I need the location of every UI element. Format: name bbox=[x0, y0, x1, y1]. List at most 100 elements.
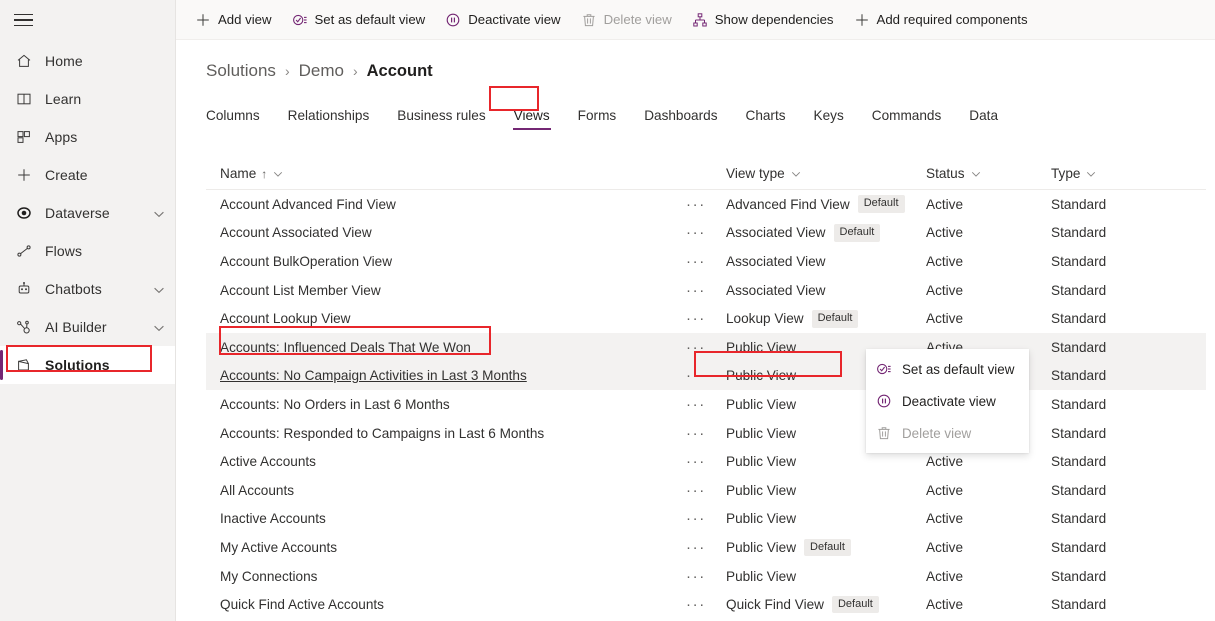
hamburger-icon[interactable] bbox=[14, 13, 33, 27]
row-more-options-button[interactable]: ··· bbox=[686, 394, 726, 414]
row-more-options-button[interactable]: ··· bbox=[686, 537, 726, 557]
row-type-cell: Standard bbox=[1051, 282, 1107, 298]
row-name-cell[interactable]: My Active Accounts bbox=[206, 540, 686, 555]
sidebar-item-solutions[interactable]: Solutions bbox=[0, 346, 175, 384]
sidebar-item-chatbots[interactable]: Chatbots bbox=[0, 270, 175, 308]
breadcrumb-item-account: Account bbox=[366, 61, 433, 80]
table-row[interactable]: My Connections ··· Public View Active Standa… bbox=[206, 562, 1206, 591]
sidebar-nav-list: Home Learn Apps Create Dataverse Flows Chatbot… bbox=[0, 42, 175, 384]
table-row[interactable]: Accounts: Responded to Campaigns in Last… bbox=[206, 419, 1206, 448]
table-row[interactable]: Account Associated View ··· Associated Vie… bbox=[206, 219, 1206, 248]
table-row[interactable]: Accounts: No Campaign Activities in Last… bbox=[206, 361, 1206, 391]
plus-icon bbox=[195, 12, 211, 28]
row-name-cell[interactable]: Inactive Accounts bbox=[206, 511, 686, 526]
row-more-options-button[interactable]: ··· bbox=[686, 223, 726, 243]
row-more-options-button[interactable]: ··· bbox=[686, 452, 726, 472]
table-row[interactable]: All Accounts ··· Public View Active Standard bbox=[206, 476, 1206, 505]
sidebar-item-learn[interactable]: Learn bbox=[0, 80, 175, 118]
table-row[interactable]: Account BulkOperation View ··· Associated … bbox=[206, 247, 1206, 276]
menu-item-deactivate-view[interactable]: Deactivate view bbox=[866, 385, 1029, 417]
table-row[interactable]: Accounts: No Orders in Last 6 Months ··· P… bbox=[206, 390, 1206, 419]
column-header-name[interactable]: Name ↑ bbox=[206, 158, 686, 190]
table-row[interactable]: Account List Member View ··· Associated Vi… bbox=[206, 276, 1206, 305]
command-deactivate-view[interactable]: Deactivate view bbox=[436, 5, 569, 35]
table-header-row: Name ↑ View type Status Type bbox=[206, 158, 1206, 190]
row-name-cell[interactable]: Accounts: Responded to Campaigns in Last… bbox=[206, 426, 686, 441]
table-row[interactable]: Quick Find Active Accounts ··· Quick Find … bbox=[206, 590, 1206, 619]
sidebar-item-apps[interactable]: Apps bbox=[0, 118, 175, 156]
row-more-options-button[interactable]: ··· bbox=[686, 366, 726, 386]
row-name-cell[interactable]: Account Advanced Find View bbox=[206, 197, 686, 212]
tab-data[interactable]: Data bbox=[955, 104, 1012, 132]
row-type-cell: Standard bbox=[1051, 339, 1107, 355]
entity-tabs: Columns Relationships Business rules Views F… bbox=[206, 98, 1215, 132]
row-name-label: Account Advanced Find View bbox=[220, 196, 396, 212]
row-more-options-button[interactable]: ··· bbox=[686, 480, 726, 500]
tab-views[interactable]: Views bbox=[500, 104, 564, 132]
table-row[interactable]: Account Advanced Find View ··· Advanced Fi… bbox=[206, 190, 1206, 219]
tab-business-rules[interactable]: Business rules bbox=[383, 104, 499, 132]
menu-item-set-as-default-view[interactable]: Set as default view bbox=[866, 353, 1029, 385]
sidebar-item-home[interactable]: Home bbox=[0, 42, 175, 80]
table-row[interactable]: Inactive Accounts ··· Public View Active Sta… bbox=[206, 505, 1206, 534]
command-add-required-components[interactable]: Add required components bbox=[845, 5, 1037, 35]
row-more-options-button[interactable]: ··· bbox=[686, 337, 726, 357]
table-row[interactable]: Active Accounts ··· Public View Active Stand… bbox=[206, 447, 1206, 476]
solutions-icon bbox=[14, 355, 34, 375]
row-more-options-button[interactable]: ··· bbox=[686, 251, 726, 271]
command-bar: Add view Set as default view Deactivate vi… bbox=[176, 0, 1215, 40]
row-more-options-button[interactable]: ··· bbox=[686, 509, 726, 529]
row-name-cell[interactable]: Accounts: No Orders in Last 6 Months bbox=[206, 397, 686, 412]
sidebar-item-flows[interactable]: Flows bbox=[0, 232, 175, 270]
tab-keys[interactable]: Keys bbox=[800, 104, 858, 132]
chevron-down-icon[interactable] bbox=[153, 283, 165, 295]
tab-charts[interactable]: Charts bbox=[732, 104, 800, 132]
tab-relationships[interactable]: Relationships bbox=[274, 104, 384, 132]
row-more-options-button[interactable]: ··· bbox=[686, 423, 726, 443]
column-header-status-label: Status bbox=[926, 166, 965, 181]
tab-columns[interactable]: Columns bbox=[206, 104, 274, 132]
table-row[interactable]: Account Lookup View ··· Lookup View Default… bbox=[206, 304, 1206, 333]
sidebar-item-ai-builder[interactable]: AI Builder bbox=[0, 308, 175, 346]
row-name-cell[interactable]: Accounts: Influenced Deals That We Won bbox=[206, 340, 686, 355]
row-name-cell[interactable]: Account List Member View bbox=[206, 283, 686, 298]
row-view-type-cell: Lookup View Default bbox=[726, 309, 926, 328]
command-add-view[interactable]: Add view bbox=[186, 5, 281, 35]
row-name-cell[interactable]: Accounts: No Campaign Activities in Last… bbox=[206, 368, 686, 383]
breadcrumb-item-solutions[interactable]: Solutions bbox=[206, 61, 276, 81]
sidebar-item-dataverse[interactable]: Dataverse bbox=[0, 194, 175, 232]
row-more-options-button[interactable]: ··· bbox=[686, 194, 726, 214]
table-row[interactable]: Accounts: Influenced Deals That We Won ··… bbox=[206, 332, 1206, 362]
row-name-cell[interactable]: Account Associated View bbox=[206, 225, 686, 240]
row-more-options-button[interactable]: ··· bbox=[686, 280, 726, 300]
row-name-cell[interactable]: Account Lookup View bbox=[206, 311, 686, 326]
command-set-as-default-view[interactable]: Set as default view bbox=[283, 5, 435, 35]
row-view-type-label: Public View bbox=[726, 511, 797, 527]
command-label: Add required components bbox=[876, 12, 1028, 27]
row-view-type-cell: Associated View bbox=[726, 283, 926, 298]
breadcrumb-item-demo[interactable]: Demo bbox=[299, 61, 344, 81]
tab-commands[interactable]: Commands bbox=[858, 104, 956, 132]
row-more-options-button[interactable]: ··· bbox=[686, 566, 726, 586]
row-name-cell[interactable]: Active Accounts bbox=[206, 454, 686, 469]
row-name-cell[interactable]: Account BulkOperation View bbox=[206, 254, 686, 269]
tab-dashboards[interactable]: Dashboards bbox=[630, 104, 731, 132]
tab-forms[interactable]: Forms bbox=[564, 104, 631, 132]
row-name-cell[interactable]: All Accounts bbox=[206, 483, 686, 498]
table-row[interactable]: My Active Accounts ··· Public View Default A… bbox=[206, 533, 1206, 562]
sort-ascending-icon: ↑ bbox=[261, 166, 268, 181]
sidebar-item-create[interactable]: Create bbox=[0, 156, 175, 194]
chevron-down-icon bbox=[791, 171, 800, 177]
command-show-dependencies[interactable]: Show dependencies bbox=[683, 5, 843, 35]
row-view-type-label: Public View bbox=[726, 368, 797, 384]
column-header-status[interactable]: Status bbox=[926, 158, 1051, 190]
column-header-view-type[interactable]: View type bbox=[726, 158, 926, 190]
column-header-type[interactable]: Type bbox=[1051, 158, 1171, 190]
row-more-options-button[interactable]: ··· bbox=[686, 595, 726, 615]
row-more-options-button[interactable]: ··· bbox=[686, 309, 726, 329]
row-name-cell[interactable]: Quick Find Active Accounts bbox=[206, 597, 686, 612]
chevron-down-icon[interactable] bbox=[153, 207, 165, 219]
row-name-cell[interactable]: My Connections bbox=[206, 569, 686, 584]
chevron-down-icon[interactable] bbox=[153, 321, 165, 333]
row-view-type-cell: Public View bbox=[726, 454, 926, 469]
